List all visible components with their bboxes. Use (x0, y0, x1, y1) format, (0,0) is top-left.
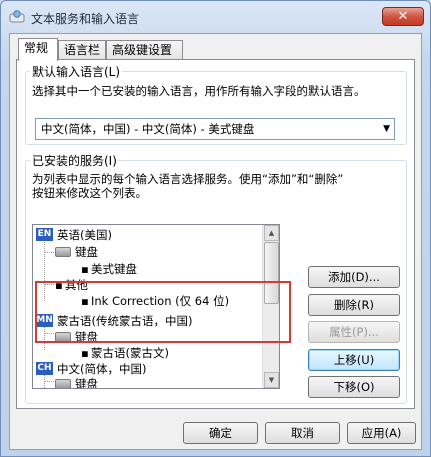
default-language-description: 选择其中一个已安装的输入语言，用作所有输入字段的默认语言。 (32, 84, 366, 98)
move-down-button[interactable]: 下移(O) (308, 376, 400, 398)
keyboard-icon (55, 332, 71, 342)
close-button[interactable]: ✕ (382, 7, 424, 26)
remove-button[interactable]: 删除(R) (308, 294, 400, 316)
keyboard-icon (55, 379, 71, 388)
window-title: 文本服务和输入语言 (31, 12, 140, 26)
installed-services-desc-line2: 按钮来修改这个列表。 (32, 186, 147, 200)
installed-services-tree[interactable]: EN 英语(美国) 键盘 ▪ 美式键盘 ▪ 其他 ▪ Ink Correctio… (32, 224, 280, 389)
scroll-down-icon[interactable]: ▼ (264, 372, 279, 388)
tree-item-other[interactable]: ▪ 其他 (33, 277, 261, 293)
tree-item-label: 键盘 (75, 377, 98, 389)
chevron-down-icon[interactable]: ▼ (383, 119, 390, 139)
tree-item-label: 中文(简体，中国) (57, 362, 147, 376)
scroll-thumb[interactable] (264, 242, 279, 304)
dialog-window: 文本服务和输入语言 ✕ 常规 语言栏 高级键设置 默认输入语言(L) 选择其中一… (0, 0, 431, 457)
text-services-icon (9, 10, 25, 23)
bullet-icon: ▪ (81, 294, 89, 308)
tree-item-label: 蒙古语(蒙古文) (91, 346, 169, 360)
tab-advanced-key-settings[interactable]: 高级键设置 (106, 40, 183, 60)
tree-item-english[interactable]: EN 英语(美国) (33, 227, 261, 243)
scroll-up-icon[interactable]: ▲ (264, 225, 279, 241)
default-language-select[interactable]: 中文(简体，中国) - 中文(简体) - 美式键盘 ▼ (35, 118, 395, 140)
installed-services-desc-line1: 为列表中显示的每个输入语言选择服务。使用“添加”和“删除” (32, 172, 344, 186)
tab-page-general: 默认输入语言(L) 选择其中一个已安装的输入语言，用作所有输入字段的默认语言。 … (16, 59, 415, 409)
tree-item-label: 英语(美国) (57, 228, 112, 242)
language-badge-ch: CH (36, 362, 53, 375)
tree-item-label: 其他 (65, 278, 88, 292)
dialog-client-area: 常规 语言栏 高级键设置 默认输入语言(L) 选择其中一个已安装的输入语言，用作… (9, 33, 422, 450)
tree-item-label: 蒙古语(传统蒙古语，中国) (57, 314, 193, 328)
ok-button[interactable]: 确定 (183, 422, 258, 444)
tab-general[interactable]: 常规 (18, 38, 58, 61)
bullet-icon: ▪ (81, 346, 89, 360)
installed-services-legend: 已安装的服务(I) (32, 154, 117, 168)
title-bar[interactable]: 文本服务和输入语言 ✕ (1, 1, 430, 33)
keyboard-icon (55, 247, 71, 257)
default-language-value: 中文(简体，中国) - 中文(简体) - 美式键盘 (41, 122, 255, 136)
installed-services-group: 已安装的服务(I) 为列表中显示的每个输入语言选择服务。使用“添加”和“删除” … (25, 152, 407, 404)
tree-item-chinese[interactable]: CH 中文(简体，中国) (33, 361, 261, 377)
bullet-icon: ▪ (55, 278, 63, 292)
tree-item-label: 美式键盘 (91, 262, 137, 276)
language-badge-en: EN (36, 228, 53, 241)
tree-item-keyboard[interactable]: 键盘 (33, 244, 261, 260)
apply-button[interactable]: 应用(A) (347, 422, 416, 444)
tree-item-keyboard-layout[interactable]: ▪ 蒙古语(蒙古文) (33, 345, 261, 361)
tree-item-label: 键盘 (75, 245, 98, 259)
tree-item-label: Ink Correction (仅 64 位) (91, 294, 230, 308)
cancel-button[interactable]: 取消 (265, 422, 340, 444)
default-language-legend: 默认输入语言(L) (32, 65, 121, 79)
tree-item-keyboard[interactable]: 键盘 (33, 329, 261, 345)
tree-scrollbar[interactable]: ▲ ▼ (262, 225, 279, 388)
properties-button[interactable]: 属性(P)... (308, 321, 400, 343)
move-up-button[interactable]: 上移(U) (308, 349, 400, 371)
tree-item-ink-correction[interactable]: ▪ Ink Correction (仅 64 位) (33, 293, 261, 309)
add-button[interactable]: 添加(D)... (308, 266, 400, 288)
tree-item-keyboard[interactable]: 键盘 (33, 376, 261, 389)
tab-language-bar[interactable]: 语言栏 (58, 40, 106, 60)
language-badge-mn: MN (36, 314, 53, 327)
bullet-icon: ▪ (81, 262, 89, 276)
tree-item-mongolian[interactable]: MN 蒙古语(传统蒙古语，中国) (33, 313, 261, 329)
tree-item-label: 键盘 (75, 330, 98, 344)
tree-item-keyboard-layout[interactable]: ▪ 美式键盘 (33, 261, 261, 277)
